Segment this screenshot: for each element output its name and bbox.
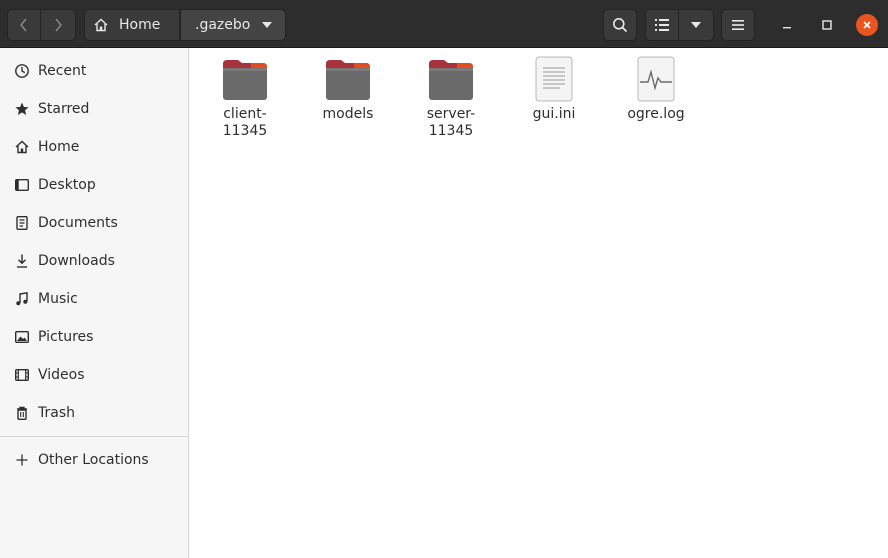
chevron-down-icon (691, 22, 701, 28)
sidebar-item-label: Pictures (38, 329, 94, 345)
file-item[interactable]: client- 11345 (195, 56, 295, 140)
folder-icon (324, 56, 372, 102)
chevron-left-icon (20, 18, 27, 32)
file-item[interactable]: gui.ini (504, 56, 604, 123)
sidebar-item-label: Documents (38, 215, 118, 231)
clock-icon (14, 63, 30, 79)
breadcrumb-current[interactable]: .gazebo (180, 9, 286, 41)
file-name: gui.ini (532, 106, 576, 122)
sidebar-item-label: Home (38, 139, 80, 155)
chevron-right-icon (55, 18, 62, 32)
picture-icon (14, 329, 30, 345)
folder-icon (427, 56, 475, 102)
file-name: ogre.log (627, 106, 685, 122)
breadcrumb-home[interactable]: Home (84, 9, 180, 41)
text-file-icon (530, 56, 578, 102)
sidebar-item-documents[interactable]: Documents (0, 206, 188, 240)
video-icon (14, 367, 30, 383)
sidebar-item-home[interactable]: Home (0, 130, 188, 164)
star-icon (14, 101, 30, 117)
log-file-icon (632, 56, 680, 102)
close-button[interactable] (856, 14, 878, 36)
file-item[interactable]: server- 11345 (401, 56, 501, 140)
search-icon (613, 18, 628, 33)
sidebar-item-downloads[interactable]: Downloads (0, 244, 188, 278)
view-options-button[interactable] (679, 9, 714, 41)
sidebar-item-label: Music (38, 291, 78, 307)
file-name: server- 11345 (426, 106, 476, 139)
back-button[interactable] (7, 9, 41, 41)
document-icon (14, 215, 30, 231)
file-view: client- 11345 models server- 11345 gui.ini… (190, 48, 888, 558)
file-manager-window: Home .gazebo Recent Starred Home Desktop… (0, 0, 888, 558)
sidebar-item-other-locations[interactable]: Other Locations (0, 443, 188, 477)
sidebar-item-label: Videos (38, 367, 85, 383)
folder-icon (221, 56, 269, 102)
maximize-icon (822, 20, 832, 30)
sidebar-item-trash[interactable]: Trash (0, 396, 188, 430)
sidebar-item-videos[interactable]: Videos (0, 358, 188, 392)
forward-button[interactable] (41, 9, 76, 41)
breadcrumb-current-label: .gazebo (195, 17, 251, 33)
sidebar-item-desktop[interactable]: Desktop (0, 168, 188, 202)
maximize-button[interactable] (812, 9, 842, 41)
sidebar-item-recent[interactable]: Recent (0, 54, 188, 88)
breadcrumb: Home .gazebo (84, 9, 286, 41)
list-view-icon (655, 19, 669, 31)
sidebar-item-pictures[interactable]: Pictures (0, 320, 188, 354)
minimize-button[interactable] (772, 9, 802, 41)
sidebar: Recent Starred Home Desktop Documents Do… (0, 48, 189, 558)
desktop-icon (14, 177, 30, 193)
file-item[interactable]: models (298, 56, 398, 123)
hamburger-menu-icon (732, 20, 744, 30)
menu-button[interactable] (721, 9, 755, 41)
home-icon (94, 18, 108, 32)
sidebar-item-label: Downloads (38, 253, 115, 269)
sidebar-item-starred[interactable]: Starred (0, 92, 188, 126)
close-icon (863, 21, 871, 29)
file-item[interactable]: ogre.log (606, 56, 706, 123)
header-bar: Home .gazebo (0, 0, 888, 48)
sidebar-separator (0, 436, 188, 437)
sidebar-item-label: Trash (38, 405, 75, 421)
file-name: client- 11345 (222, 106, 268, 139)
minimize-icon (783, 27, 791, 29)
sidebar-item-music[interactable]: Music (0, 282, 188, 316)
file-name: models (322, 106, 374, 122)
sidebar-item-label: Desktop (38, 177, 96, 193)
home-icon (14, 139, 30, 155)
chevron-down-icon[interactable] (257, 22, 277, 28)
search-button[interactable] (603, 9, 637, 41)
music-icon (14, 291, 30, 307)
sidebar-item-label: Starred (38, 101, 90, 117)
sidebar-item-label: Other Locations (38, 452, 149, 468)
breadcrumb-home-label: Home (119, 17, 161, 33)
list-view-button[interactable] (645, 9, 679, 41)
plus-icon (14, 452, 30, 468)
sidebar-item-label: Recent (38, 63, 87, 79)
download-icon (14, 253, 30, 269)
trash-icon (14, 405, 30, 421)
